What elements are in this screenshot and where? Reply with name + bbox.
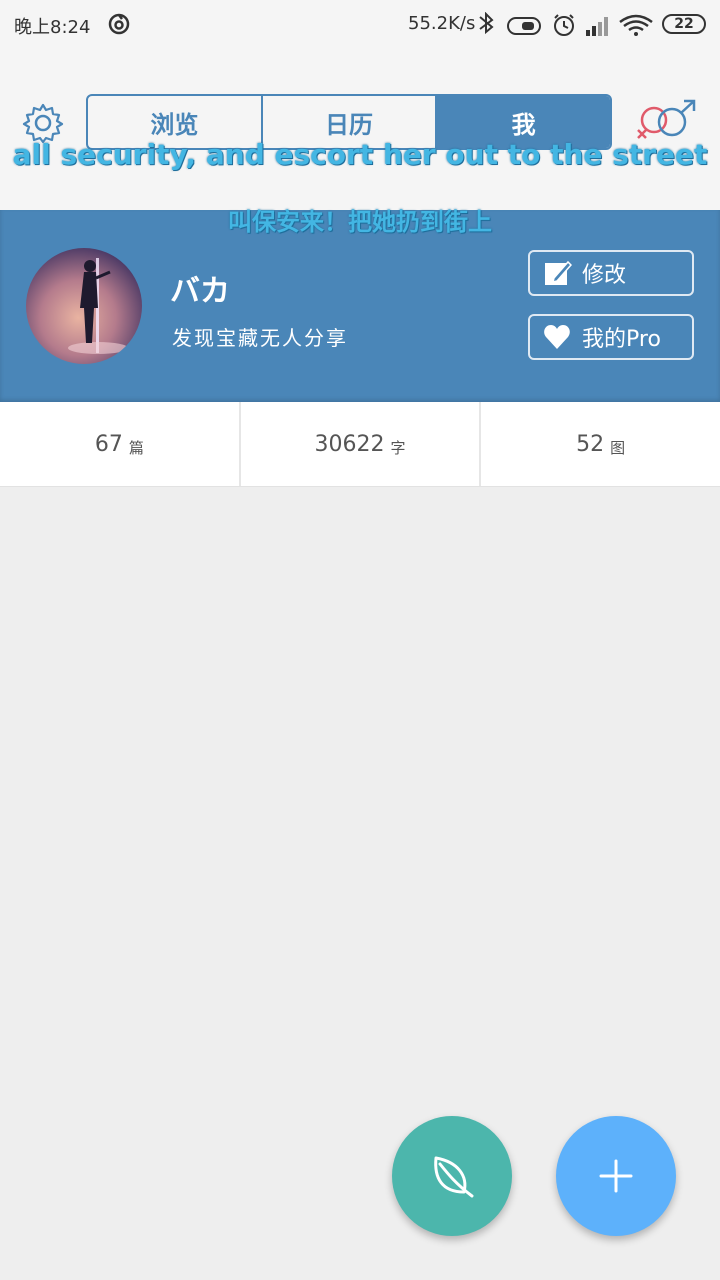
wifi-icon xyxy=(619,14,653,36)
user-bio: 发现宝藏无人分享 xyxy=(172,326,348,350)
subtitle-chinese: 叫保安来！把她扔到街上 xyxy=(228,208,492,236)
stat-words-count: 30622 xyxy=(314,431,385,457)
status-bar: 晚上8:24 55.2K/s 22 xyxy=(0,0,720,50)
avatar-figure-icon xyxy=(68,258,128,354)
edit-label: 修改 xyxy=(582,263,627,288)
add-fab-button[interactable] xyxy=(556,1116,676,1236)
stat-images-unit: 图 xyxy=(610,438,626,457)
status-icons xyxy=(479,12,653,36)
subtitle-english: all security, and escort her out to the … xyxy=(12,138,708,171)
edit-icon xyxy=(545,260,572,285)
signal-icon xyxy=(586,17,608,36)
stat-words[interactable]: 30622 字 xyxy=(241,402,482,486)
leaf-icon xyxy=(434,1156,474,1198)
pro-label: 我的Pro xyxy=(582,327,661,352)
leaf-fab-button[interactable] xyxy=(392,1116,512,1236)
edit-profile-button[interactable]: 修改 xyxy=(528,250,694,296)
battery-icon: 22 xyxy=(662,14,706,34)
alarm-icon xyxy=(554,14,574,36)
profile-banner: 叫保安来！把她扔到街上 バカ 发现宝藏无人分享 修改 我的Pro xyxy=(0,208,720,402)
user-name: バカ xyxy=(170,274,230,309)
status-time: 晚上8:24 xyxy=(14,17,91,38)
app-icon xyxy=(108,13,130,35)
stat-images-count: 52 xyxy=(576,431,605,457)
stat-images[interactable]: 52 图 xyxy=(481,402,720,486)
stats-bar: 67 篇 30622 字 52 图 xyxy=(0,402,720,487)
stat-words-unit: 字 xyxy=(390,438,406,457)
my-pro-button[interactable]: 我的Pro xyxy=(528,314,694,360)
stat-articles-count: 67 xyxy=(94,431,123,457)
toggle-icon xyxy=(507,17,541,35)
network-speed: 55.2K/s xyxy=(408,13,476,34)
top-header: 浏览 日历 我 all security, and escort her out… xyxy=(0,50,720,210)
stat-articles[interactable]: 67 篇 xyxy=(0,402,241,486)
avatar[interactable] xyxy=(26,248,142,364)
plus-icon xyxy=(599,1159,633,1193)
heart-icon xyxy=(544,325,570,349)
stat-articles-unit: 篇 xyxy=(128,438,144,457)
bluetooth-icon xyxy=(479,12,494,35)
